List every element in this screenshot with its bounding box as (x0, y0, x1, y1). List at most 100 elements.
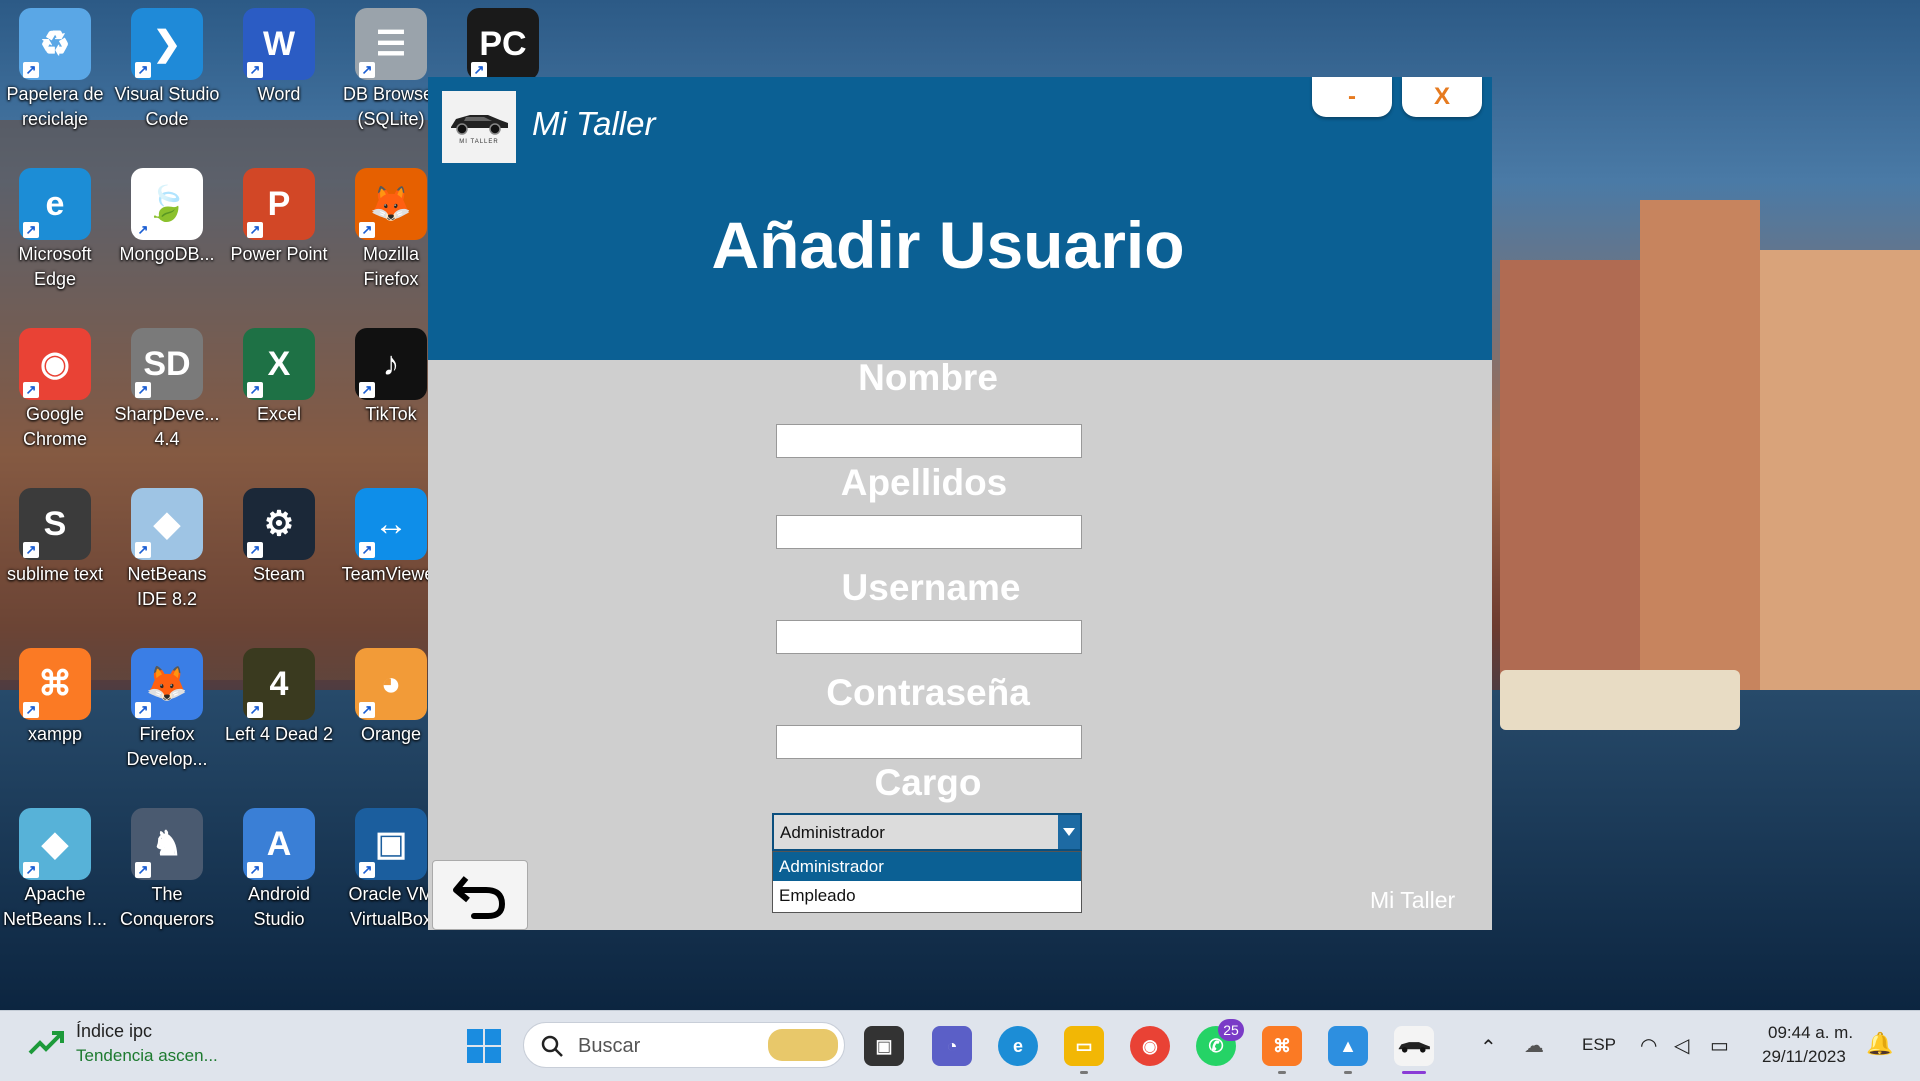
desktop-icon[interactable]: ❯ ↗ Visual Studio Code (112, 2, 222, 152)
desktop-icon-label: Microsoft Edge (18, 244, 92, 289)
desktop-icon[interactable]: S ↗ sublime text (0, 482, 110, 632)
nombre-label: Nombre (858, 357, 998, 398)
desktop-icon[interactable]: ◆ ↗ NetBeans IDE 8.2 (112, 482, 222, 632)
shortcut-arrow-icon: ↗ (23, 382, 39, 398)
search-highlight-image (768, 1029, 838, 1061)
task-view-icon[interactable]: ▣ (864, 1026, 904, 1066)
shortcut-arrow-icon: ↗ (359, 862, 375, 878)
desktop-icon-label: Firefox Develop... (126, 724, 208, 769)
scenery-building (1640, 200, 1760, 690)
desktop-icon[interactable]: ◉ ↗ Google Chrome (0, 322, 110, 472)
chrome-icon[interactable]: ◉ (1130, 1026, 1170, 1066)
page-title: Añadir Usuario (711, 208, 1185, 282)
desktop-icon-label: MongoDB... (119, 244, 215, 264)
edge-icon[interactable]: e (998, 1026, 1038, 1066)
shortcut-arrow-icon: ↗ (359, 382, 375, 398)
desktop-icon[interactable]: ♻ ↗ Papelera de reciclaje (0, 2, 110, 152)
chat-icon[interactable]: ◔ (932, 1026, 972, 1066)
shortcut-arrow-icon: ↗ (247, 62, 263, 78)
onedrive-error-icon[interactable]: ☁ (1524, 1033, 1544, 1058)
scenery-building (1760, 250, 1920, 690)
app-icon: ◕ ↗ (355, 648, 427, 720)
file-explorer-icon[interactable]: ▭ (1064, 1026, 1104, 1066)
active-indicator (1402, 1071, 1426, 1074)
apellidos-label: Apellidos (840, 462, 1008, 503)
desktop-icon[interactable]: ◆ ↗ Apache NetBeans I... (0, 802, 110, 952)
cargo-label: Cargo (874, 762, 982, 803)
desktop-icon[interactable]: X ↗ Excel (224, 322, 334, 472)
chevron-down-icon[interactable] (1058, 815, 1080, 849)
desktop-icon[interactable]: 🍃 ↗ MongoDB... (112, 162, 222, 312)
app-header: MI TALLER Mi Taller - X Añadir Usuario (428, 77, 1492, 360)
cargo-option-administrador[interactable]: Administrador (773, 852, 1081, 881)
app-icon: ♪ ↗ (355, 328, 427, 400)
back-button[interactable] (432, 860, 528, 930)
app-logo: MI TALLER (442, 91, 516, 163)
username-input[interactable] (776, 620, 1082, 654)
desktop-icon[interactable]: ⌘ ↗ xampp (0, 642, 110, 792)
notification-bell-icon[interactable]: 🔔 (1866, 1031, 1893, 1057)
clock-date[interactable]: 29/11/2023 (1762, 1047, 1846, 1067)
shortcut-arrow-icon: ↗ (23, 702, 39, 718)
desktop-icon-label: sublime text (6, 564, 104, 584)
notification-badge: 25 (1218, 1019, 1244, 1041)
shortcut-arrow-icon: ↗ (135, 862, 151, 878)
app-icon: 4 ↗ (243, 648, 315, 720)
desktop-icon[interactable]: e ↗ Microsoft Edge (0, 162, 110, 312)
photos-icon[interactable]: ▲ (1328, 1026, 1368, 1066)
shortcut-arrow-icon: ↗ (359, 542, 375, 558)
taskbar: Índice ipc Tendencia ascen... Buscar ▣ ◔… (0, 1010, 1920, 1081)
shortcut-arrow-icon: ↗ (471, 62, 487, 78)
desktop-icon[interactable]: 🦊 ↗ Firefox Develop... (112, 642, 222, 792)
shortcut-arrow-icon: ↗ (23, 862, 39, 878)
app-icon: W ↗ (243, 8, 315, 80)
desktop-icon[interactable]: 4 ↗ Left 4 Dead 2 (224, 642, 334, 792)
app-icon: PC ↗ (467, 8, 539, 80)
language-indicator[interactable]: ESP (1582, 1035, 1616, 1055)
wifi-icon[interactable]: ◠ (1640, 1033, 1657, 1058)
desktop-icon[interactable]: P ↗ Power Point (224, 162, 334, 312)
minimize-button[interactable]: - (1312, 77, 1392, 117)
widget-subtitle[interactable]: Tendencia ascen... (76, 1046, 218, 1066)
password-input[interactable] (776, 725, 1082, 759)
clock-time[interactable]: 09:44 a. m. (1768, 1023, 1853, 1043)
desktop-icon[interactable]: A ↗ Android Studio (224, 802, 334, 952)
app-icon: ◉ ↗ (19, 328, 91, 400)
app-icon: P ↗ (243, 168, 315, 240)
desktop-icon-label: Visual Studio Code (114, 84, 220, 129)
desktop-icon-label: xampp (27, 724, 83, 744)
chevron-up-icon[interactable]: ⌃ (1480, 1035, 1497, 1060)
desktop-icon[interactable]: ⚙ ↗ Steam (224, 482, 334, 632)
windows-start-icon[interactable] (466, 1028, 502, 1064)
app-icon: SD ↗ (131, 328, 203, 400)
desktop-icon-label: Android Studio (247, 884, 311, 929)
cargo-option-empleado[interactable]: Empleado (773, 881, 1081, 910)
desktop-icon[interactable]: ♞ ↗ The Conquerors (112, 802, 222, 952)
cargo-selected-value: Administrador (780, 823, 885, 842)
desktop-icon-label: Power Point (230, 244, 328, 264)
shortcut-arrow-icon: ↗ (135, 702, 151, 718)
taskbar-search[interactable]: Buscar (523, 1022, 845, 1068)
cargo-select[interactable]: Administrador (772, 813, 1082, 851)
shortcut-arrow-icon: ↗ (247, 222, 263, 238)
app-icon: ☰ ↗ (355, 8, 427, 80)
apellidos-input[interactable] (776, 515, 1082, 549)
desktop-icon-label: Word (257, 84, 301, 104)
shortcut-arrow-icon: ↗ (247, 382, 263, 398)
desktop-icon[interactable]: W ↗ Word (224, 2, 334, 152)
running-indicator (1278, 1071, 1286, 1074)
volume-icon[interactable]: ◁ (1674, 1033, 1689, 1058)
app-icon: e ↗ (19, 168, 91, 240)
desktop-icon-label: Google Chrome (22, 404, 88, 449)
footer-brand: Mi Taller (1370, 887, 1456, 913)
mi-taller-taskbar-icon[interactable] (1394, 1026, 1434, 1066)
xampp-icon[interactable]: ⌘ (1262, 1026, 1302, 1066)
close-button[interactable]: X (1402, 77, 1482, 117)
battery-icon[interactable]: ▭ (1710, 1033, 1729, 1058)
running-indicator (1344, 1071, 1352, 1074)
nombre-input[interactable] (776, 424, 1082, 458)
desktop-icon-label: Excel (256, 404, 301, 424)
widget-title[interactable]: Índice ipc (76, 1021, 152, 1042)
desktop-icon[interactable]: SD ↗ SharpDeve... 4.4 (112, 322, 222, 472)
trend-up-icon[interactable] (28, 1029, 64, 1062)
